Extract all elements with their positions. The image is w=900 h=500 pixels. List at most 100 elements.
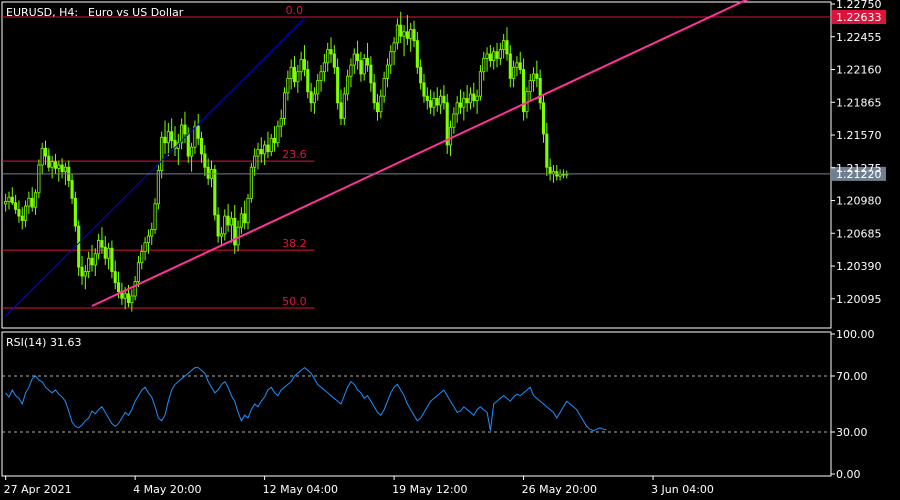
candle-body-bear xyxy=(508,53,512,79)
candle-body-bear xyxy=(196,125,200,139)
candle-body-bear xyxy=(110,247,114,272)
candle-body-bull xyxy=(312,93,316,104)
candle-body-bear xyxy=(535,73,539,79)
candle xyxy=(156,165,160,210)
candle-body-bull xyxy=(468,93,473,104)
candle-body-bull xyxy=(153,203,157,230)
candle-body-bull xyxy=(276,125,280,144)
candle-body-bull xyxy=(289,66,293,79)
candle-body-bear xyxy=(100,240,104,248)
candle-body-bear xyxy=(199,137,204,155)
candle-body-bull xyxy=(133,281,137,297)
candle xyxy=(213,165,217,221)
candle-body-bear xyxy=(163,136,167,144)
candle-body-bear xyxy=(329,49,333,55)
candle-body-bull xyxy=(455,102,459,115)
candle-body-bear xyxy=(359,60,363,75)
candle-body-bull xyxy=(409,29,413,39)
candle-body-bear xyxy=(412,29,416,42)
candle-body-bull xyxy=(136,262,141,282)
candle-body-bull xyxy=(269,137,273,153)
price-tick-label: 1.20095 xyxy=(836,293,882,306)
candle-body-bull xyxy=(83,271,87,277)
candle-body-bear xyxy=(14,202,18,210)
candle-body-bear xyxy=(113,271,117,284)
fib-level-label: 0.0 xyxy=(286,4,304,17)
candle-body-bear xyxy=(170,131,174,141)
candle-body-bull xyxy=(249,166,253,199)
candle-body-bull xyxy=(296,71,300,83)
candle-body-bear xyxy=(302,59,307,70)
candle-body-bear xyxy=(518,62,522,70)
candle-body-bull xyxy=(515,62,519,68)
candle-body-bear xyxy=(90,257,94,266)
candle-body-bull xyxy=(322,62,326,73)
candle-body-bull xyxy=(37,164,41,194)
candle xyxy=(37,159,41,199)
candle-body-bear xyxy=(356,53,360,62)
price-tick-label: 1.21570 xyxy=(836,129,882,142)
candle-body-bull xyxy=(299,59,303,73)
candle-body-bull xyxy=(7,196,11,203)
time-tick-label: 26 May 20:00 xyxy=(522,483,597,496)
candle-body-bear xyxy=(73,197,77,227)
candle-body-bull xyxy=(282,92,287,119)
candle-body-bull xyxy=(279,117,283,127)
candle-body-bear xyxy=(213,169,217,216)
time-tick-label: 19 May 12:00 xyxy=(392,483,467,496)
candle-body-bear xyxy=(47,155,51,168)
candle-body-bull xyxy=(392,42,396,53)
candle-body-bull xyxy=(87,257,91,272)
candle-body-bull xyxy=(40,147,44,166)
candle-body-bear xyxy=(183,124,187,135)
candle-body-bear xyxy=(206,166,210,179)
candle-body-bull xyxy=(316,80,320,95)
rsi-tick-label: 0.00 xyxy=(836,468,861,481)
candle-body-bear xyxy=(266,144,270,153)
candle-body-bull xyxy=(382,77,386,97)
candle-body-bull xyxy=(439,95,443,106)
candle-body-bear xyxy=(458,102,463,108)
candle-body-bull xyxy=(502,40,506,50)
candle-body-bear xyxy=(70,180,74,199)
price-tick-label: 1.20685 xyxy=(836,227,882,240)
time-tick-label: 12 May 04:00 xyxy=(263,483,338,496)
price-tick-label: 1.21275 xyxy=(836,162,882,175)
price-tick-label: 1.22750 xyxy=(836,0,882,11)
candle-body-bear xyxy=(435,97,439,106)
price-tick-label: 1.22160 xyxy=(836,64,882,77)
price-tick-label: 1.20980 xyxy=(836,195,882,208)
candle-body-bull xyxy=(253,155,257,168)
candle-body-bull xyxy=(263,144,267,155)
candle-body-bull xyxy=(219,233,224,237)
candle-body-bear xyxy=(203,153,207,168)
candle-body-bear xyxy=(233,217,237,246)
candle-body-bull xyxy=(246,197,250,224)
candle-body-bull xyxy=(33,192,38,208)
candle-body-bull xyxy=(475,95,479,102)
candle xyxy=(249,162,253,203)
trading-chart[interactable]: EURUSD, H4: Euro vs US Dollar 0.023.638.… xyxy=(0,0,900,500)
candle-body-bull xyxy=(379,95,383,113)
candle-body-bull xyxy=(346,75,350,95)
candle-body-bear xyxy=(369,64,373,84)
candle-body-bear xyxy=(309,91,313,104)
candle-body-bull xyxy=(452,113,456,128)
candle-body-bull xyxy=(482,58,486,73)
candle-body-bull xyxy=(319,71,323,82)
candle-body-bull xyxy=(492,51,496,62)
candle-body-bear xyxy=(365,58,370,66)
candle-body-bull xyxy=(223,215,227,235)
candle-body-bear xyxy=(505,40,509,55)
candle-body-bear xyxy=(306,69,310,93)
candle-body-bull xyxy=(342,93,346,119)
candle-body-bull xyxy=(4,201,8,205)
candle-body-bear xyxy=(43,147,48,157)
candle-body-bull xyxy=(326,49,330,64)
rsi-tick-label: 70.00 xyxy=(836,370,868,383)
candle-body-bull xyxy=(478,71,482,97)
candle-body-bear xyxy=(425,95,429,102)
candle-body-bear xyxy=(186,133,190,157)
rsi-title: RSI(14) 31.63 xyxy=(6,336,81,349)
candle-body-bull xyxy=(485,53,489,59)
